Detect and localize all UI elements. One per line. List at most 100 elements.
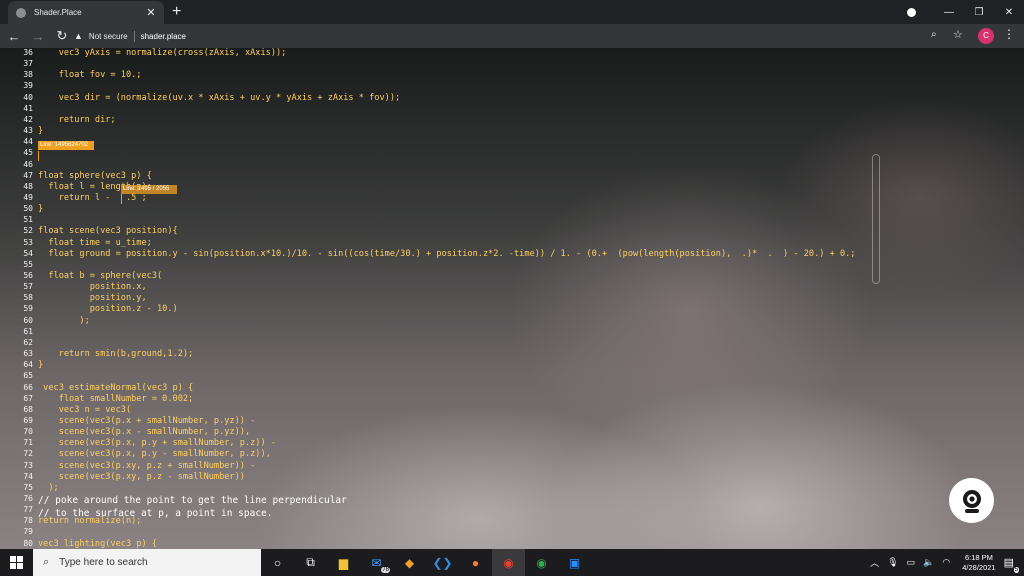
address-bar[interactable]: ▲ Not secure shader.place bbox=[74, 27, 974, 45]
code-line[interactable]: scene(vec3(p.x, p.y + smallNumber, p.z))… bbox=[38, 438, 276, 448]
code-line[interactable]: } bbox=[38, 126, 43, 136]
code-line[interactable]: return dir; bbox=[38, 115, 116, 125]
warning-icon: ▲ bbox=[74, 31, 83, 41]
code-line[interactable]: vec3 n = vec3( bbox=[38, 405, 131, 415]
code-line[interactable]: vec3 lighting(vec3 p) { bbox=[38, 539, 157, 549]
code-line[interactable]: return smin(b,ground,1.2); bbox=[38, 349, 194, 359]
code-line[interactable]: float scene(vec3 position){ bbox=[38, 226, 178, 236]
profile-avatar[interactable]: C bbox=[978, 28, 994, 44]
code-line[interactable]: position.z - 10.) bbox=[38, 304, 178, 314]
code-line[interactable]: float b = sphere(vec3( bbox=[38, 271, 162, 281]
caption-line-2: // to the surface at p, a point in space… bbox=[38, 508, 273, 519]
chrome-active-icon[interactable]: ◉ bbox=[492, 549, 525, 576]
line-number: 45 bbox=[23, 148, 33, 158]
line-number: 73 bbox=[23, 460, 33, 470]
code-line[interactable]: vec3 dir = (normalize(uv.x * xAxis + uv.… bbox=[38, 93, 400, 103]
caption-line-1: // poke around the point to get the line… bbox=[38, 495, 347, 506]
close-window-button[interactable]: ✕ bbox=[994, 7, 1024, 18]
clock[interactable]: 6:18 PM 4/28/2021 bbox=[962, 553, 995, 573]
line-number: 61 bbox=[23, 326, 33, 336]
zoom-icon[interactable]: ⌕ bbox=[931, 29, 937, 40]
shader-editor-page: 36 vec3 yAxis = normalize(cross(zAxis, x… bbox=[0, 48, 1024, 549]
taskbar-search-box[interactable]: ⌕ Type here to search bbox=[33, 549, 261, 576]
chrome-icon[interactable]: ◉ bbox=[525, 549, 558, 576]
webcam-button[interactable] bbox=[949, 478, 994, 523]
line-number: 56 bbox=[23, 271, 33, 280]
mail-badge: 78 bbox=[381, 567, 390, 573]
volume-icon[interactable]: 🔈 bbox=[923, 557, 934, 568]
line-number: 37 bbox=[23, 59, 33, 69]
notification-count: 5 bbox=[1013, 567, 1019, 573]
line-number: 36 bbox=[23, 48, 33, 57]
line-number: 65 bbox=[23, 371, 33, 381]
code-line[interactable]: ); bbox=[38, 316, 89, 326]
start-button[interactable] bbox=[0, 549, 33, 576]
file-explorer-icon[interactable]: ▆ bbox=[327, 549, 360, 576]
url-text[interactable]: shader.place bbox=[141, 32, 186, 41]
code-line[interactable]: return l - .5 ; bbox=[38, 193, 147, 203]
reload-icon[interactable]: ↻ bbox=[52, 28, 72, 44]
code-line[interactable]: } bbox=[38, 360, 43, 370]
tab-close-icon[interactable]: ✕ bbox=[146, 6, 156, 19]
code-line[interactable]: float smallNumber = 0.002; bbox=[38, 394, 194, 404]
code-line[interactable]: scene(vec3(p.xy, p.z + smallNumber)) - bbox=[38, 461, 256, 471]
back-arrow-icon[interactable]: ← bbox=[4, 29, 24, 44]
code-line[interactable]: scene(vec3(p.x, p.y - smallNumber, p.z))… bbox=[38, 449, 271, 459]
tab-title: Shader.Place bbox=[34, 8, 82, 17]
bookmark-star-icon[interactable]: ☆ bbox=[953, 28, 963, 41]
cortana-icon[interactable]: ○ bbox=[261, 549, 294, 576]
code-line[interactable]: float sphere(vec3 p) { bbox=[38, 171, 152, 181]
code-line[interactable]: float ground = position.y - sin(position… bbox=[38, 249, 855, 259]
browser-tab[interactable]: Shader.Place ✕ bbox=[8, 1, 164, 24]
line-number: 58 bbox=[23, 293, 33, 303]
firefox-icon[interactable]: ● bbox=[459, 549, 492, 576]
git-icon[interactable]: ◆ bbox=[393, 549, 426, 576]
forward-arrow-icon[interactable]: → bbox=[28, 29, 48, 44]
new-tab-button[interactable]: + bbox=[172, 3, 181, 21]
code-line[interactable]: vec3 estimateNormal(vec3 p) { bbox=[38, 383, 193, 393]
code-line[interactable]: float time = u_time; bbox=[38, 238, 151, 248]
line-number: 75 bbox=[23, 482, 33, 492]
menu-kebab-icon[interactable]: ⋮ bbox=[1003, 27, 1015, 41]
code-line[interactable]: ); bbox=[38, 483, 58, 493]
line-number: 43 bbox=[23, 126, 33, 136]
line-number: 60 bbox=[23, 315, 33, 325]
vscode-icon[interactable]: ❮❯ bbox=[426, 549, 459, 576]
code-line[interactable]: scene(vec3(p.xy, p.z - smallNumber)) bbox=[38, 472, 245, 482]
editor-scrollbar[interactable] bbox=[872, 154, 880, 284]
line-number: 51 bbox=[23, 215, 33, 225]
code-line[interactable]: float fov = 10.; bbox=[38, 70, 142, 80]
notification-icon[interactable]: ▤ 5 bbox=[1004, 556, 1019, 573]
line-number: 64 bbox=[23, 360, 33, 370]
minimize-button[interactable]: — bbox=[934, 7, 964, 18]
code-line[interactable]: } bbox=[38, 204, 43, 214]
security-label[interactable]: Not secure bbox=[89, 32, 128, 41]
chevron-up-icon[interactable]: ︿ bbox=[870, 556, 879, 569]
line-number: 52 bbox=[23, 226, 33, 236]
system-tray: ︿ 🎙 ▭ 🔈 ◠ 6:18 PM 4/28/2021 ▤ 5 bbox=[866, 549, 1024, 576]
code-line[interactable]: position.y, bbox=[38, 293, 147, 303]
windows-logo-icon bbox=[10, 556, 23, 569]
code-line[interactable]: scene(vec3(p.x - smallNumber, p.yz)), bbox=[38, 427, 250, 437]
search-placeholder: Type here to search bbox=[59, 557, 148, 568]
line-number: 47 bbox=[23, 170, 33, 180]
microphone-icon[interactable]: 🎙 bbox=[887, 557, 898, 568]
line-number: 50 bbox=[23, 204, 33, 214]
zoom-app-icon[interactable]: ▣ bbox=[558, 549, 591, 576]
code-line[interactable]: scene(vec3(p.x + smallNumber, p.yz)) - bbox=[38, 416, 256, 426]
address-divider bbox=[133, 30, 135, 42]
line-number: 71 bbox=[23, 438, 33, 448]
webcam-icon bbox=[962, 489, 981, 513]
code-line[interactable]: vec3 yAxis = normalize(cross(zAxis, xAxi… bbox=[38, 48, 287, 58]
maximize-button[interactable]: ❐ bbox=[964, 7, 994, 18]
battery-icon[interactable]: ▭ bbox=[907, 557, 916, 568]
line-number: 67 bbox=[23, 393, 33, 403]
line-number: 79 bbox=[23, 527, 33, 537]
mail-icon[interactable]: ✉ 78 bbox=[360, 549, 393, 576]
line-number: 39 bbox=[23, 81, 33, 91]
search-icon: ⌕ bbox=[43, 556, 50, 568]
code-line[interactable]: position.x, bbox=[38, 282, 147, 292]
wifi-icon[interactable]: ◠ bbox=[942, 557, 950, 568]
task-view-icon[interactable]: ⧉ bbox=[294, 549, 327, 576]
clock-date: 4/28/2021 bbox=[962, 562, 996, 572]
